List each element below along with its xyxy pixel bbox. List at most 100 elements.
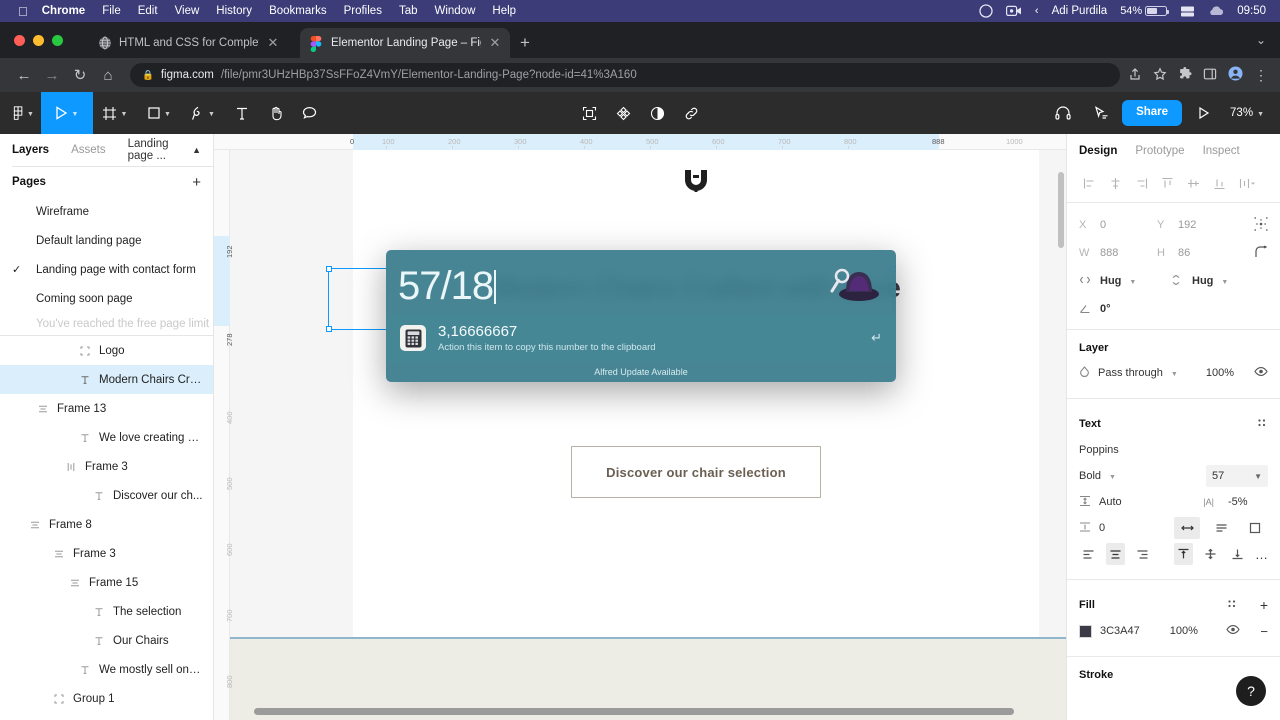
macos-username[interactable]: Adi Purdila	[1052, 5, 1108, 17]
address-bar[interactable]: 🔒 figma.com/file/pmr3UHzHBp37SsFFoZ4VmY/…	[130, 63, 1120, 87]
menu-history[interactable]: History	[216, 5, 252, 17]
page-item-wireframe[interactable]: Wireframe	[0, 197, 213, 226]
tab-layers[interactable]: Layers	[12, 144, 49, 156]
figma-main-menu-button[interactable]: ▼	[6, 92, 41, 134]
letter-spacing-value[interactable]: -5%	[1222, 496, 1268, 508]
menu-help[interactable]: Help	[492, 5, 516, 17]
window-controls[interactable]	[14, 35, 63, 46]
bookmark-star-icon[interactable]	[1153, 66, 1167, 84]
text-autoheight-icon[interactable]	[1208, 517, 1234, 539]
font-weight-value[interactable]: Bold	[1079, 470, 1101, 482]
browser-tab-2-close[interactable]: ✕	[488, 35, 502, 51]
canvas-horizontal-scrollbar[interactable]	[254, 708, 1014, 715]
siri-icon[interactable]	[979, 4, 993, 18]
distribute-icon[interactable]	[1232, 172, 1262, 194]
layer-row-frame-3-a[interactable]: Frame 3	[0, 452, 213, 481]
reload-button[interactable]: ↻	[66, 68, 94, 83]
align-right-icon[interactable]	[1128, 172, 1154, 194]
text-valign-top-icon[interactable]	[1174, 543, 1193, 565]
line-height-value[interactable]: Auto	[1099, 496, 1122, 508]
tab-prototype[interactable]: Prototype	[1135, 145, 1184, 157]
align-left-icon[interactable]	[1076, 172, 1102, 194]
layer-row-frame-15[interactable]: Frame 15	[0, 568, 213, 597]
apple-menu-icon[interactable]: 	[18, 5, 28, 18]
plugin-icon[interactable]	[606, 92, 640, 134]
hand-tool[interactable]	[259, 92, 293, 134]
eye-icon[interactable]	[1254, 366, 1268, 380]
layer-row-our-chairs[interactable]: Our Chairs	[0, 626, 213, 655]
cloud-icon[interactable]	[1208, 5, 1224, 17]
alfred-footer[interactable]: Alfred Update Available	[386, 362, 896, 382]
profile-icon[interactable]	[1228, 66, 1243, 84]
new-tab-button[interactable]: +	[520, 34, 530, 51]
layer-row-frame-3-b[interactable]: Frame 3	[0, 539, 213, 568]
canvas-vertical-scrollbar[interactable]	[1058, 172, 1064, 248]
add-page-button[interactable]: +	[192, 174, 201, 191]
artboard-cta-button[interactable]: Discover our chair selection	[571, 446, 821, 498]
menu-profiles[interactable]: Profiles	[344, 5, 382, 17]
extensions-icon[interactable]	[1178, 66, 1192, 84]
menu-edit[interactable]: Edit	[138, 5, 158, 17]
align-horizontal-center-icon[interactable]	[1102, 172, 1128, 194]
frame-tool[interactable]: ▼	[93, 92, 137, 134]
macos-clock[interactable]: 09:50	[1237, 5, 1266, 17]
tab-design[interactable]: Design	[1079, 145, 1117, 157]
menu-window[interactable]: Window	[435, 5, 476, 17]
tab-assets[interactable]: Assets	[71, 144, 106, 156]
align-vertical-center-icon[interactable]	[1180, 172, 1206, 194]
shape-tool[interactable]: ▼	[137, 92, 181, 134]
cursor-chat-icon[interactable]	[1084, 92, 1118, 134]
resize-vertical-field[interactable]: Hug ▼	[1163, 274, 1247, 289]
alfred-query-input[interactable]: 57/18	[398, 260, 826, 312]
share-button[interactable]: Share	[1122, 100, 1183, 126]
share-icon[interactable]	[1128, 67, 1142, 84]
browser-tab-1[interactable]: HTML and CSS for Complete B ✕	[88, 28, 288, 58]
w-field[interactable]: W 888	[1079, 247, 1157, 259]
present-icon[interactable]	[1186, 92, 1220, 134]
text-autowidth-icon[interactable]	[1174, 517, 1200, 539]
browser-tab-2[interactable]: Elementor Landing Page – Figm ✕	[300, 28, 510, 58]
rotation-field[interactable]: 0°	[1079, 302, 1157, 317]
zoom-level-control[interactable]: 73% ▼	[1224, 107, 1270, 119]
menu-file[interactable]: File	[102, 5, 121, 17]
layer-row-frame-6[interactable]: Frame 6	[0, 713, 213, 720]
paragraph-spacing-value[interactable]: 0	[1099, 522, 1105, 534]
layer-row-discover[interactable]: Discover our ch...	[0, 481, 213, 510]
sidepanel-icon[interactable]	[1203, 67, 1217, 84]
menu-icon[interactable]: ⋮	[1254, 67, 1268, 82]
layer-row-we-mostly-sell[interactable]: We mostly sell one-o...	[0, 655, 213, 684]
chevron-left-icon[interactable]: ‹	[1035, 5, 1039, 17]
text-valign-bottom-icon[interactable]	[1228, 543, 1247, 565]
eye-icon[interactable]	[1226, 624, 1241, 638]
y-field[interactable]: Y 192	[1157, 219, 1235, 231]
fill-opacity[interactable]: 100%	[1170, 625, 1198, 637]
pen-tool[interactable]: ▼	[181, 92, 225, 134]
page-item-coming-soon[interactable]: Coming soon page	[0, 284, 213, 313]
font-family-row[interactable]: Poppins	[1079, 437, 1268, 463]
minimize-window-button[interactable]	[33, 35, 44, 46]
menu-tab[interactable]: Tab	[399, 5, 418, 17]
headphones-icon[interactable]	[1046, 92, 1080, 134]
home-button[interactable]: ⌂	[94, 68, 122, 83]
browser-tab-1-close[interactable]: ✕	[266, 35, 280, 51]
align-top-icon[interactable]	[1154, 172, 1180, 194]
close-window-button[interactable]	[14, 35, 25, 46]
mask-icon[interactable]	[640, 92, 674, 134]
layer-row-group-1[interactable]: Group 1	[0, 684, 213, 713]
menu-chrome[interactable]: Chrome	[42, 5, 85, 17]
page-selector[interactable]: Landing page ... ▲	[128, 138, 201, 162]
layer-row-modern-chairs[interactable]: Modern Chairs Craft...	[0, 365, 213, 394]
x-field[interactable]: X 0	[1079, 219, 1157, 231]
battery-indicator[interactable]: 54%	[1120, 5, 1170, 17]
tab-inspect[interactable]: Inspect	[1203, 145, 1240, 157]
constraints-icon[interactable]	[1254, 216, 1268, 234]
link-icon[interactable]	[674, 92, 708, 134]
move-tool[interactable]: ▼	[40, 92, 93, 134]
remove-fill-button[interactable]: −	[1260, 624, 1268, 639]
text-align-left-icon[interactable]	[1079, 543, 1098, 565]
layer-row-logo[interactable]: Logo	[0, 336, 213, 365]
text-tool[interactable]	[225, 92, 259, 134]
font-size-input[interactable]: 57 ▼	[1206, 465, 1268, 487]
align-bottom-icon[interactable]	[1206, 172, 1232, 194]
menu-view[interactable]: View	[175, 5, 200, 17]
